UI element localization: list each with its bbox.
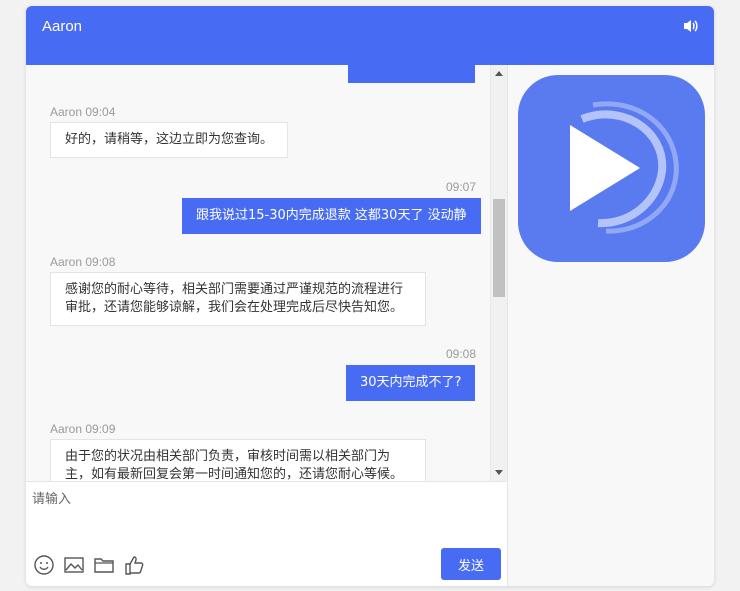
app-logo-play-icon <box>518 75 705 262</box>
folder-icon[interactable] <box>93 554 115 576</box>
message-time: Aaron 09:04 <box>50 105 116 119</box>
incoming-message: 感谢您的耐心等待，相关部门需要通过严谨规范的流程进行 审批，还请您能够谅解，我们… <box>50 272 426 326</box>
chat-window: Aaron Aaron 09:04 好的，请稍等，这边立即为您查询。 09:07… <box>26 6 714 586</box>
message-text-line: 感谢您的耐心等待，相关部门需要通过严谨规范的流程进行 <box>65 282 404 297</box>
message-list[interactable]: Aaron 09:04 好的，请稍等，这边立即为您查询。 09:07 跟我说过1… <box>26 65 507 481</box>
scroll-down-arrow-icon[interactable] <box>495 470 503 475</box>
outgoing-message: 跟我说过15-30内完成退款 这都30天了 没动静 <box>182 198 481 234</box>
emoji-icon[interactable] <box>33 554 55 576</box>
side-panel <box>507 65 714 586</box>
message-text-line: 由于您的状况由相关部门负责，审核时间需以相关部门为 <box>65 449 391 464</box>
message-input[interactable] <box>32 488 492 538</box>
scroll-up-arrow-icon[interactable] <box>495 71 503 76</box>
message-text: 好的，请稍等，这边立即为您查询。 <box>65 132 274 147</box>
incoming-message: 好的，请稍等，这边立即为您查询。 <box>50 122 289 158</box>
agent-name: Aaron <box>42 18 83 35</box>
message-text-line: 主，如有最新回复会第一时间通知您的，还请您耐心等候。 <box>65 467 404 481</box>
message-time: 09:07 <box>446 180 477 194</box>
message-time: Aaron 09:09 <box>50 422 116 436</box>
chat-header: Aaron <box>26 6 714 65</box>
outgoing-message: 30天内完成不了? <box>346 365 476 401</box>
speaker-icon[interactable] <box>682 18 700 34</box>
previous-outgoing-bubble <box>348 65 475 83</box>
message-time: 09:08 <box>446 347 477 361</box>
composer: 发送 <box>26 481 507 586</box>
message-scrollbar[interactable] <box>490 65 507 481</box>
message-text: 跟我说过15-30内完成退款 这都30天了 没动静 <box>196 208 467 223</box>
image-icon[interactable] <box>63 554 85 576</box>
message-time: Aaron 09:08 <box>50 255 116 269</box>
message-text: 30天内完成不了? <box>360 375 462 390</box>
incoming-message: 由于您的状况由相关部门负责，审核时间需以相关部门为 主，如有最新回复会第一时间通… <box>50 439 426 481</box>
send-button[interactable]: 发送 <box>441 548 501 580</box>
thumbs-up-icon[interactable] <box>123 554 145 576</box>
message-text-line: 审批，还请您能够谅解，我们会在处理完成后尽快告知您。 <box>65 300 404 315</box>
scroll-thumb[interactable] <box>493 199 505 297</box>
